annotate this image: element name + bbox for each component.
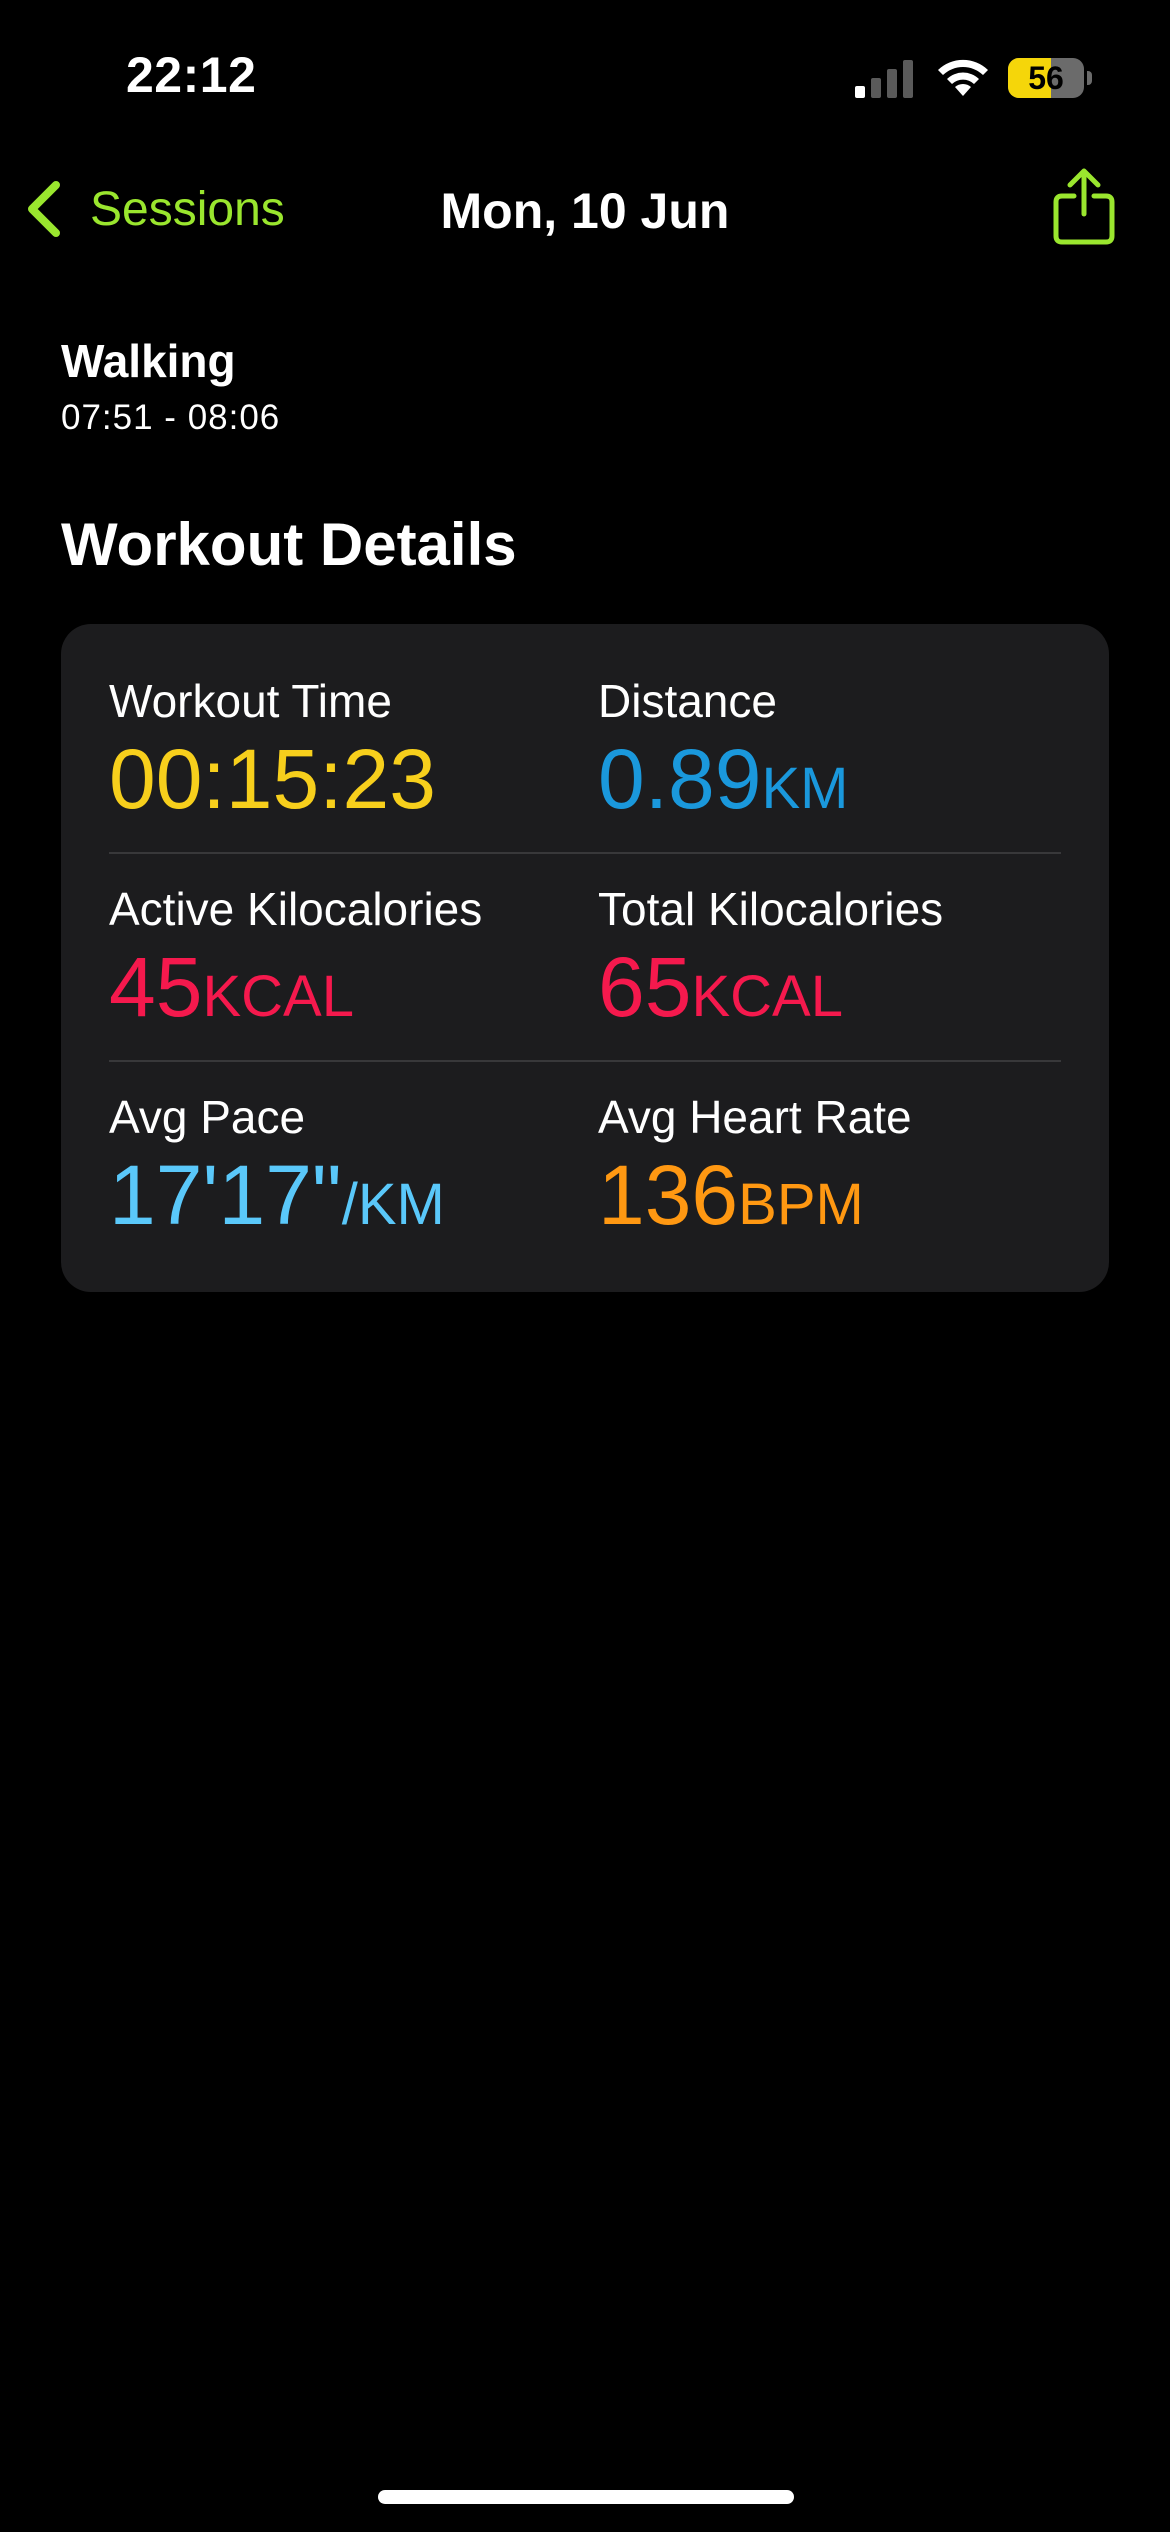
- metric-label: Active Kilocalories: [109, 883, 483, 935]
- metric-unit: /KM: [341, 1172, 445, 1237]
- metrics-row: Avg Pace 17'17"/KM Avg Heart Rate 136BPM: [109, 1040, 1061, 1248]
- battery-icon: 56: [1008, 58, 1092, 98]
- metric-value: 45KCAL: [109, 942, 354, 1032]
- metric-number: 0.89: [598, 732, 762, 826]
- page-title: Mon, 10 Jun: [440, 183, 730, 239]
- battery-percent: 56: [1028, 60, 1064, 96]
- metric-label: Avg Heart Rate: [598, 1091, 912, 1143]
- metric-label: Avg Pace: [109, 1091, 306, 1143]
- metric-label: Distance: [598, 675, 777, 727]
- workout-type: Walking: [61, 335, 236, 387]
- metric-value: 17'17"/KM: [109, 1150, 445, 1240]
- metric-number: 65: [598, 940, 692, 1034]
- metric-unit: KM: [761, 756, 849, 821]
- share-icon[interactable]: [1052, 166, 1116, 246]
- metrics-row: Workout Time 00:15:23 Distance 0.89KM: [109, 624, 1061, 832]
- status-time: 22:12: [126, 47, 257, 103]
- workout-details-card: Workout Time 00:15:23 Distance 0.89KM Ac…: [61, 624, 1109, 1292]
- home-indicator[interactable]: [378, 2490, 794, 2504]
- metric-number: 45: [109, 940, 203, 1034]
- section-title: Workout Details: [61, 511, 517, 578]
- workout-time-range: 07:51 - 08:06: [61, 398, 281, 437]
- metric-value: 65KCAL: [598, 942, 843, 1032]
- metric-number: 136: [598, 1148, 739, 1242]
- metric-unit: KCAL: [691, 964, 843, 1029]
- metric-label: Workout Time: [109, 675, 392, 727]
- workout-details-screen: 22:12 56 Sessions Mon, 10 Jun Walking 07…: [0, 0, 1170, 2532]
- metric-label: Total Kilocalories: [598, 883, 944, 935]
- wifi-icon: [938, 59, 988, 96]
- battery-cap: [1087, 71, 1092, 85]
- status-bar: 22:12 56: [0, 0, 1170, 150]
- battery-body: 56: [1008, 58, 1084, 98]
- metrics-row: Active Kilocalories 45KCAL Total Kilocal…: [109, 832, 1061, 1040]
- metric-value: 0.89KM: [598, 734, 849, 824]
- navigation-bar: Sessions Mon, 10 Jun: [0, 160, 1170, 260]
- metric-unit: KCAL: [202, 964, 354, 1029]
- signal-icon: [855, 60, 913, 98]
- metric-number: 00:15:23: [109, 732, 436, 826]
- metric-number: 17'17": [109, 1148, 342, 1242]
- metric-value: 00:15:23: [109, 734, 436, 824]
- metric-value: 136BPM: [598, 1150, 864, 1240]
- metric-unit: BPM: [738, 1172, 864, 1237]
